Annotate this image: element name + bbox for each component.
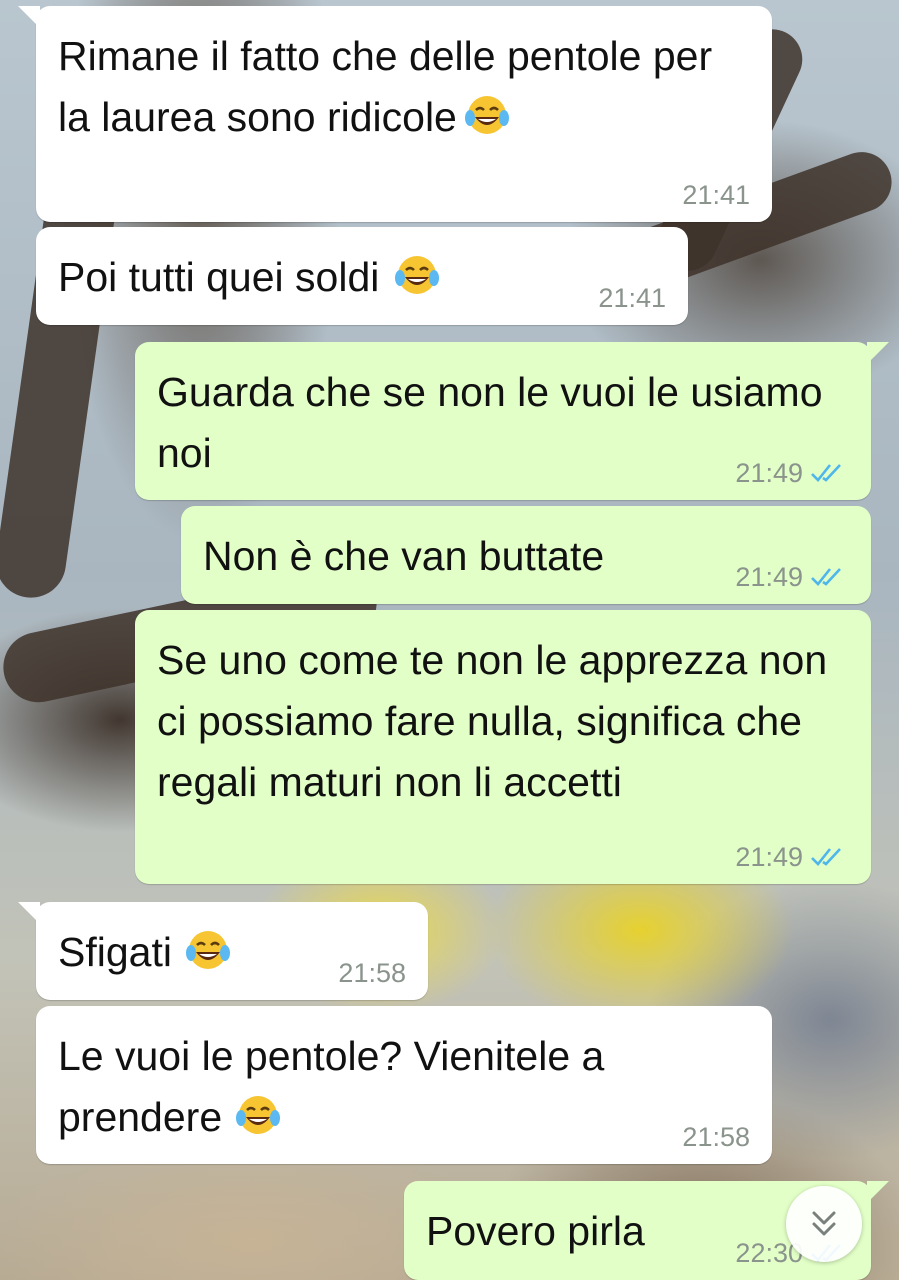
face-with-tears-of-joy-icon <box>395 256 440 294</box>
read-receipt-icon <box>811 464 841 482</box>
double-chevron-down-icon <box>812 1211 836 1236</box>
message-time: 21:49 <box>735 562 803 592</box>
incoming-message[interactable]: Poi tutti quei soldi 21:41 <box>36 227 688 325</box>
read-receipt-icon <box>811 568 841 586</box>
message-time: 21:41 <box>682 180 750 210</box>
face-with-tears-of-joy-icon <box>236 1096 281 1134</box>
outgoing-message[interactable]: Guarda che se non le vuoi le usiamo noi … <box>135 342 889 500</box>
read-receipt-icon <box>811 848 841 866</box>
message-text: Poi tutti quei soldi <box>58 254 380 300</box>
message-time: 21:49 <box>735 842 803 872</box>
incoming-message[interactable]: Sfigati 21:58 <box>18 902 428 1000</box>
incoming-message[interactable]: Rimane il fatto che delle pentole per la… <box>18 6 772 222</box>
message-text: Sfigati <box>58 929 172 975</box>
face-with-tears-of-joy-icon <box>185 931 230 969</box>
message-text: Guarda che se non le vuoi le usiamo noi <box>157 369 834 476</box>
message-time: 21:58 <box>338 958 406 988</box>
outgoing-message[interactable]: Se uno come te non le apprezza non ci po… <box>135 610 871 884</box>
face-with-tears-of-joy-icon <box>464 96 509 134</box>
message-time: 21:49 <box>735 458 803 488</box>
message-text: Rimane il fatto che delle pentole per la… <box>58 33 724 140</box>
message-text: Se uno come te non le apprezza non ci po… <box>157 637 839 805</box>
scroll-to-bottom-button[interactable] <box>786 1186 862 1262</box>
incoming-message[interactable]: Le vuoi le pentole? Vienitele a prendere… <box>36 1006 772 1164</box>
message-list[interactable]: Rimane il fatto che delle pentole per la… <box>0 0 899 1280</box>
message-time: 21:41 <box>598 283 666 313</box>
message-text: Non è che van buttate <box>203 533 605 579</box>
message-text: Le vuoi le pentole? Vienitele a prendere <box>58 1033 616 1140</box>
message-text: Povero pirla <box>426 1208 645 1254</box>
outgoing-message[interactable]: Non è che van buttate 21:49 <box>181 506 871 604</box>
message-time: 21:58 <box>682 1122 750 1152</box>
